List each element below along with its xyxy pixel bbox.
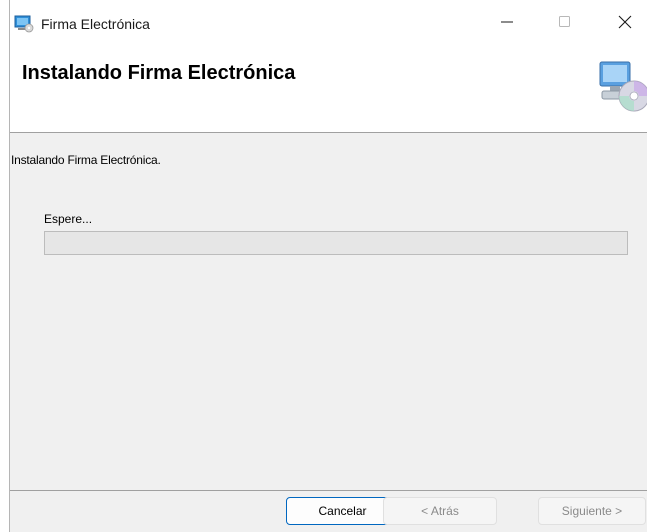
close-button[interactable] <box>602 0 647 48</box>
next-button[interactable]: Siguiente > <box>538 497 646 525</box>
progress-bar <box>44 231 628 255</box>
wizard-header: Instalando Firma Electrónica <box>10 48 647 133</box>
back-button[interactable]: < Atrás <box>383 497 497 525</box>
maximize-icon <box>559 15 571 33</box>
minimize-button[interactable] <box>484 0 530 48</box>
page-title: Instalando Firma Electrónica <box>22 62 296 84</box>
title-bar[interactable]: Firma Electrónica <box>10 0 647 48</box>
window-title: Firma Electrónica <box>41 16 150 32</box>
wait-label: Espere... <box>44 212 93 226</box>
maximize-button[interactable] <box>542 0 588 48</box>
installer-window: Firma Electrónica Instalando Firma Elect… <box>9 0 647 532</box>
computer-cd-icon <box>594 58 647 116</box>
installer-icon <box>14 15 34 33</box>
footer-separator <box>10 490 647 491</box>
minimize-icon <box>501 15 513 33</box>
close-icon <box>618 15 632 34</box>
status-text: Instalando Firma Electrónica. <box>11 153 161 167</box>
